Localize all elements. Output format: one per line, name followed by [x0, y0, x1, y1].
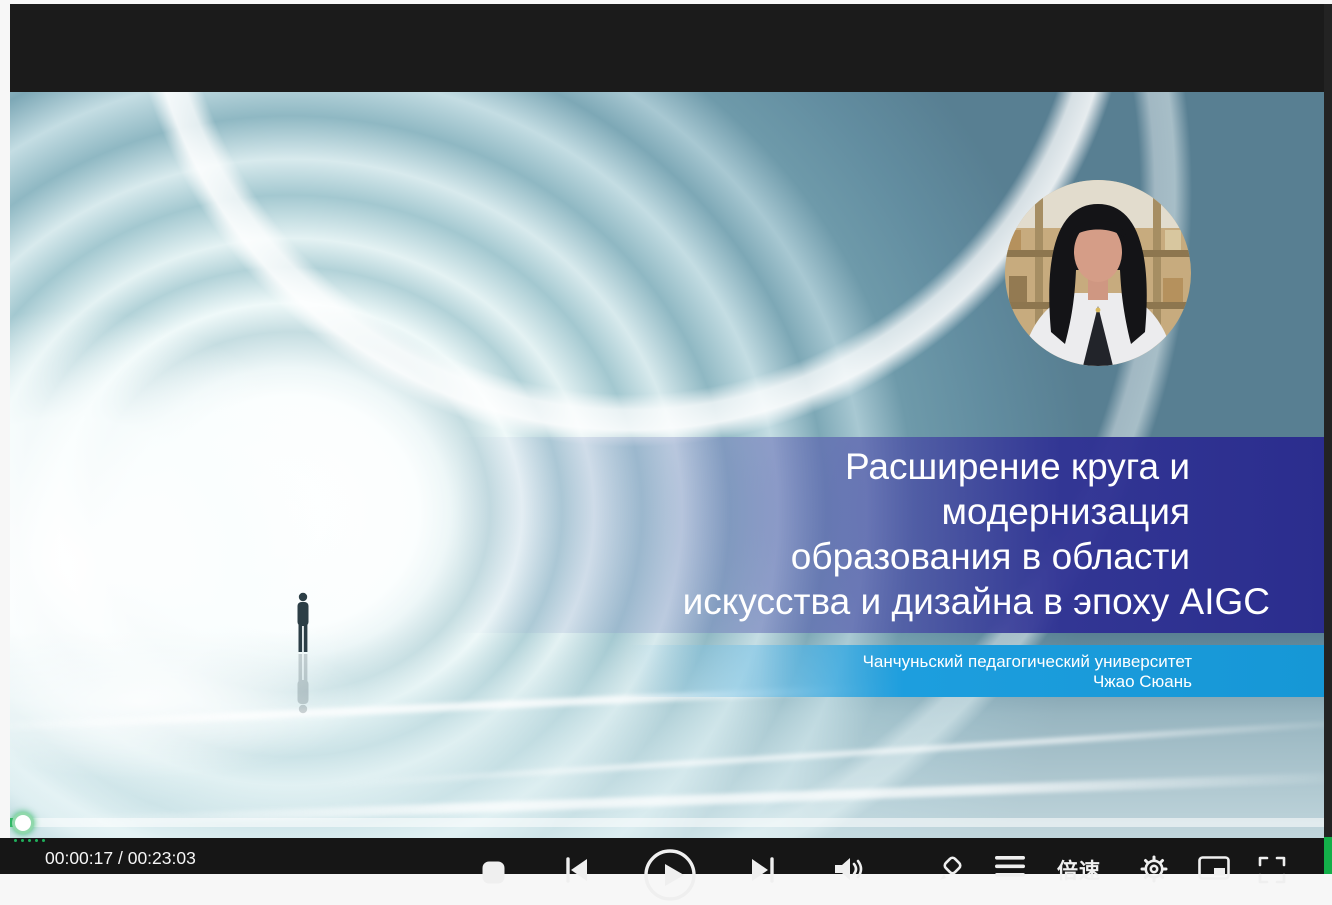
stop-button[interactable] — [482, 861, 505, 887]
slide-title-band: Расширение круга и модернизация образова… — [10, 437, 1324, 633]
slide-title-line: образования в области — [10, 534, 1324, 579]
menu-lines-button[interactable] — [995, 855, 1025, 886]
presenter-webcam — [1005, 180, 1191, 366]
settings-gear-button[interactable] — [1140, 855, 1168, 886]
scrollbar[interactable] — [1324, 4, 1332, 874]
pen-annotate-button[interactable] — [936, 855, 964, 886]
slide-subtitle-line: Чжао Сюань — [10, 672, 1324, 692]
seek-handle[interactable] — [12, 812, 34, 834]
video-stage[interactable]: Расширение круга и модернизация образова… — [10, 92, 1324, 838]
slide-title-line: модернизация — [10, 489, 1324, 534]
player-top-bar — [10, 4, 1324, 92]
previous-button[interactable] — [563, 856, 591, 887]
scrollbar-thumb[interactable] — [1324, 837, 1332, 874]
fullscreen-button[interactable] — [1258, 856, 1286, 887]
player-controls-bar: 00:00:17 / 00:23:03 — [0, 838, 1332, 874]
next-button[interactable] — [748, 856, 776, 887]
slide-subtitle-line: Чанчуньский педагогический университет — [10, 652, 1324, 672]
slide-subtitle-band: Чанчуньский педагогический университет Ч… — [10, 645, 1324, 697]
slide-title-line: Расширение круга и — [10, 444, 1324, 489]
play-button[interactable] — [643, 848, 697, 905]
volume-button[interactable] — [833, 855, 863, 886]
time-display: 00:00:17 / 00:23:03 — [45, 848, 196, 869]
buffer-dots — [14, 839, 45, 842]
playback-speed-button[interactable]: 倍速 — [1057, 855, 1101, 885]
slide-title-line: искусства и дизайна в эпоху AIGC — [10, 579, 1324, 624]
seek-bar[interactable] — [10, 818, 1324, 827]
picture-in-picture-button[interactable] — [1198, 856, 1230, 883]
